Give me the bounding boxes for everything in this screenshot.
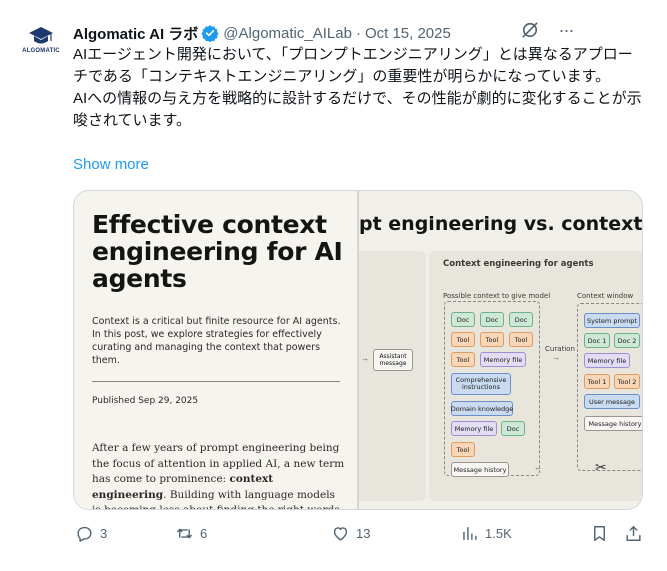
arrow-right-icon: → — [361, 354, 369, 363]
article-published-date: Published Sep 29, 2025 — [92, 396, 199, 406]
tweet-card[interactable]: ALGOMATIC Algomatic AI ラボ @Algomatic_AIL… — [0, 0, 667, 571]
tool-chip: Tool — [451, 352, 475, 367]
avatar-label: ALGOMATIC — [22, 47, 60, 54]
share-button[interactable] — [624, 524, 649, 543]
context-window-label: Context window — [577, 292, 634, 300]
memory-file-chip: Memory file — [451, 421, 497, 436]
repost-icon — [176, 528, 193, 539]
header-actions: ··· — [520, 20, 576, 40]
doc-chip: Doc — [480, 312, 504, 327]
domain-knowledge-chip: Domain knowledge — [451, 401, 513, 416]
reply-icon — [77, 526, 92, 542]
avatar[interactable]: ALGOMATIC — [20, 18, 62, 60]
article-title: Effective context engineering for AI age… — [92, 210, 343, 293]
tweet-paragraph-1: AIエージェント開発において、「プロンプトエンジニアリング」とは異なるアプローチ… — [73, 46, 633, 85]
tool-chip: Tool — [480, 332, 504, 347]
scissors-icon: ✂ — [595, 459, 607, 475]
diagram-title: pt engineering vs. context engine — [359, 213, 643, 235]
tool-chip: Tool — [509, 332, 533, 347]
repost-count: 6 — [200, 526, 208, 541]
verified-badge-icon — [201, 25, 219, 42]
separator: · — [355, 24, 361, 42]
tweet-paragraph-2: AIへの情報の与え方を戦略的に設計するだけで、その性能が劇的に変化することが示唆… — [73, 90, 642, 129]
share-icon — [626, 525, 641, 541]
message-history-chip: Message history — [451, 462, 509, 477]
doc-1-chip: Doc 1 — [584, 333, 610, 348]
context-engineering-label: Context engineering for agents — [443, 259, 594, 269]
memory-file-chip: Memory file — [480, 352, 526, 367]
view-count: 1.5K — [485, 526, 512, 541]
tool-chip: Tool — [451, 332, 475, 347]
like-button[interactable]: 13 — [331, 524, 370, 543]
doc-chip: Doc — [451, 312, 475, 327]
media-image[interactable]: Effective context engineering for AI age… — [73, 190, 643, 510]
more-options-icon[interactable]: ··· — [556, 20, 576, 40]
system-prompt-chip: System prompt — [584, 313, 640, 328]
tweet-text: AIエージェント開発において、「プロンプトエンジニアリング」とは異なるアプローチ… — [73, 44, 643, 132]
arrow-left-icon: ← — [534, 463, 542, 472]
article-summary: Context is a critical but finite resourc… — [92, 316, 341, 366]
tool-2-chip: Tool 2 — [614, 374, 640, 389]
timestamp[interactable]: Oct 15, 2025 — [365, 25, 451, 42]
display-name[interactable]: Algomatic AI ラボ — [73, 23, 198, 44]
tool-chip: Tool — [451, 442, 475, 457]
article-body: After a few years of prompt engineering … — [92, 441, 347, 509]
article-divider — [92, 381, 340, 382]
tool-1-chip: Tool 1 — [584, 374, 610, 389]
views-button[interactable]: 1.5K — [460, 524, 512, 543]
like-count: 13 — [356, 526, 371, 541]
article-panel: Effective context engineering for AI age… — [74, 191, 357, 509]
curation-label: Curation — [545, 345, 575, 353]
user-message-chip: User message — [584, 394, 640, 409]
show-more-link[interactable]: Show more — [73, 156, 149, 173]
assistant-message-box: Assistant message — [373, 349, 413, 371]
diagram-left-stub — [359, 251, 426, 501]
grok-icon[interactable] — [520, 20, 540, 40]
reply-button[interactable]: 3 — [75, 524, 107, 543]
doc-2-chip: Doc 2 — [614, 333, 640, 348]
reply-count: 3 — [100, 526, 108, 541]
handle[interactable]: @Algomatic_AILab — [223, 25, 352, 42]
article-body-start: After a few years of prompt engineering … — [92, 442, 345, 485]
doc-chip: Doc — [509, 312, 533, 327]
repost-button[interactable]: 6 — [175, 524, 207, 543]
message-history-chip: Message history — [584, 416, 642, 431]
tweet-actions: 3 6 13 1.5K — [73, 524, 648, 548]
possible-context-label: Possible context to give model — [443, 292, 551, 300]
curation-arrow-icon: → — [552, 353, 560, 362]
diagram-panel: pt engineering vs. context engine → Assi… — [359, 191, 643, 509]
heart-icon — [333, 527, 348, 541]
memory-file-chip: Memory file — [584, 353, 630, 368]
bookmark-button[interactable] — [590, 524, 615, 543]
views-icon — [463, 527, 477, 540]
comprehensive-instructions-chip: Comprehensive instructions — [451, 373, 511, 395]
doc-chip: Doc — [501, 421, 525, 436]
bookmark-icon — [594, 526, 605, 541]
graduation-cap-icon — [29, 26, 53, 43]
